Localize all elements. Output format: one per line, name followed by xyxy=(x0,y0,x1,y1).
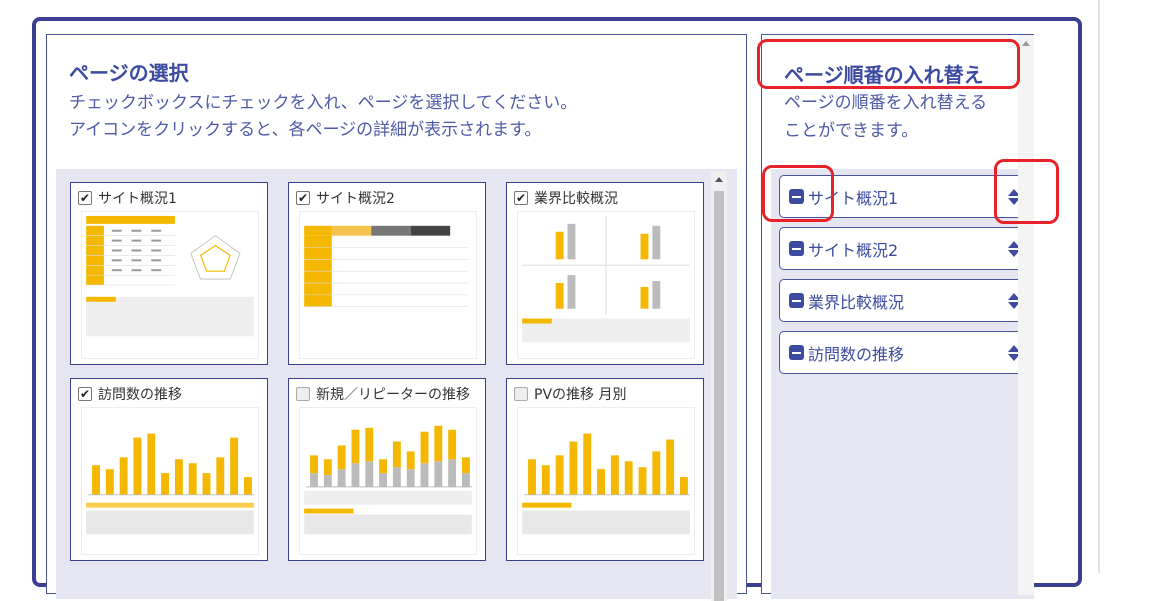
minus-square-icon[interactable] xyxy=(789,345,804,360)
page-order-desc-line1: ページの順番を入れ替える xyxy=(784,93,988,113)
page-checkbox[interactable]: ✔ xyxy=(78,191,92,205)
page-preview-thumbnail[interactable] xyxy=(81,407,259,555)
page-card-label: 業界比較概況 xyxy=(534,191,618,207)
page-card[interactable]: 新規／リピーターの推移 xyxy=(288,378,486,561)
page-card-label: サイト概況1 xyxy=(98,191,177,207)
page-order-panel: ページ順番の入れ替え ページの順番を入れ替える ことができます。 サイト概況1 … xyxy=(761,34,1034,599)
page-checkbox[interactable]: ✔ xyxy=(78,387,92,401)
page-card[interactable]: PVの推移 月別 xyxy=(506,378,704,561)
minus-square-icon[interactable] xyxy=(789,241,804,256)
highlight-sort-annotation xyxy=(994,159,1059,224)
minus-square-icon[interactable] xyxy=(789,293,804,308)
page-preview-thumbnail[interactable] xyxy=(299,211,477,359)
page-card-label: 訪問数の推移 xyxy=(98,387,182,403)
page-checkbox[interactable]: ✔ xyxy=(514,191,528,205)
page-select-title: ページの選択 xyxy=(69,61,189,85)
page-order-scrollbar[interactable] xyxy=(1018,35,1034,595)
page-card[interactable]: ✔ 訪問数の推移 xyxy=(70,378,268,561)
checkmark-icon: ✔ xyxy=(297,191,309,205)
page-card-label: サイト概況2 xyxy=(316,191,395,207)
checkmark-icon: ✔ xyxy=(79,387,91,401)
page-select-description: チェックボックスにチェックを入れ、ページを選択してください。 アイコンをクリック… xyxy=(69,90,577,144)
page-select-panel: ページの選択 チェックボックスにチェックを入れ、ページを選択してください。 アイ… xyxy=(46,34,747,601)
checkmark-icon: ✔ xyxy=(79,191,91,205)
sortable-item[interactable]: 業界比較概況 xyxy=(779,279,1029,322)
card-grid-scrollbar[interactable] xyxy=(711,171,727,601)
page-preview-thumbnail[interactable] xyxy=(517,407,695,555)
scrollbar-thumb[interactable] xyxy=(714,191,724,601)
page-card[interactable]: ✔ サイト概況1 xyxy=(70,182,268,365)
page-order-desc-line2: ことができます。 xyxy=(784,121,919,141)
highlight-minus-annotation xyxy=(762,165,834,222)
page-card-label: 新規／リピーターの推移 xyxy=(316,387,470,403)
sortable-item[interactable]: 訪問数の推移 xyxy=(779,331,1029,374)
highlight-title-annotation xyxy=(757,39,1020,89)
scroll-up-arrow-icon[interactable] xyxy=(715,177,723,182)
page-checkbox[interactable] xyxy=(514,387,528,401)
page-preview-thumbnail[interactable] xyxy=(517,211,695,359)
page-preview-thumbnail[interactable] xyxy=(81,211,259,359)
page-select-desc-line1: チェックボックスにチェックを入れ、ページを選択してください。 xyxy=(69,93,578,113)
page-order-description: ページの順番を入れ替える ことができます。 xyxy=(784,89,987,145)
page-card-label: PVの推移 月別 xyxy=(534,387,627,403)
sortable-item-label: 訪問数の推移 xyxy=(808,344,905,364)
sortable-item[interactable]: サイト概況2 xyxy=(779,227,1029,270)
page-checkbox[interactable] xyxy=(296,387,310,401)
page-card[interactable]: ✔ 業界比較概況 xyxy=(506,182,704,365)
scroll-up-arrow-icon[interactable] xyxy=(1022,41,1030,46)
page-edge-divider xyxy=(1098,0,1100,573)
page-select-desc-line2: アイコンをクリックすると、各ページの詳細が表示されます。 xyxy=(69,120,542,140)
checkmark-icon: ✔ xyxy=(515,191,527,205)
sortable-item-label: サイト概況2 xyxy=(808,240,899,260)
page-card-grid: ✔ サイト概況1 ✔ サイト概況2 ✔ 業界比較概況 ✔ 訪問数の推移 新規／リ… xyxy=(56,169,737,601)
page-preview-thumbnail[interactable] xyxy=(299,407,477,555)
page-checkbox[interactable]: ✔ xyxy=(296,191,310,205)
page-card[interactable]: ✔ サイト概況2 xyxy=(288,182,486,365)
sortable-item-label: 業界比較概況 xyxy=(808,292,905,312)
